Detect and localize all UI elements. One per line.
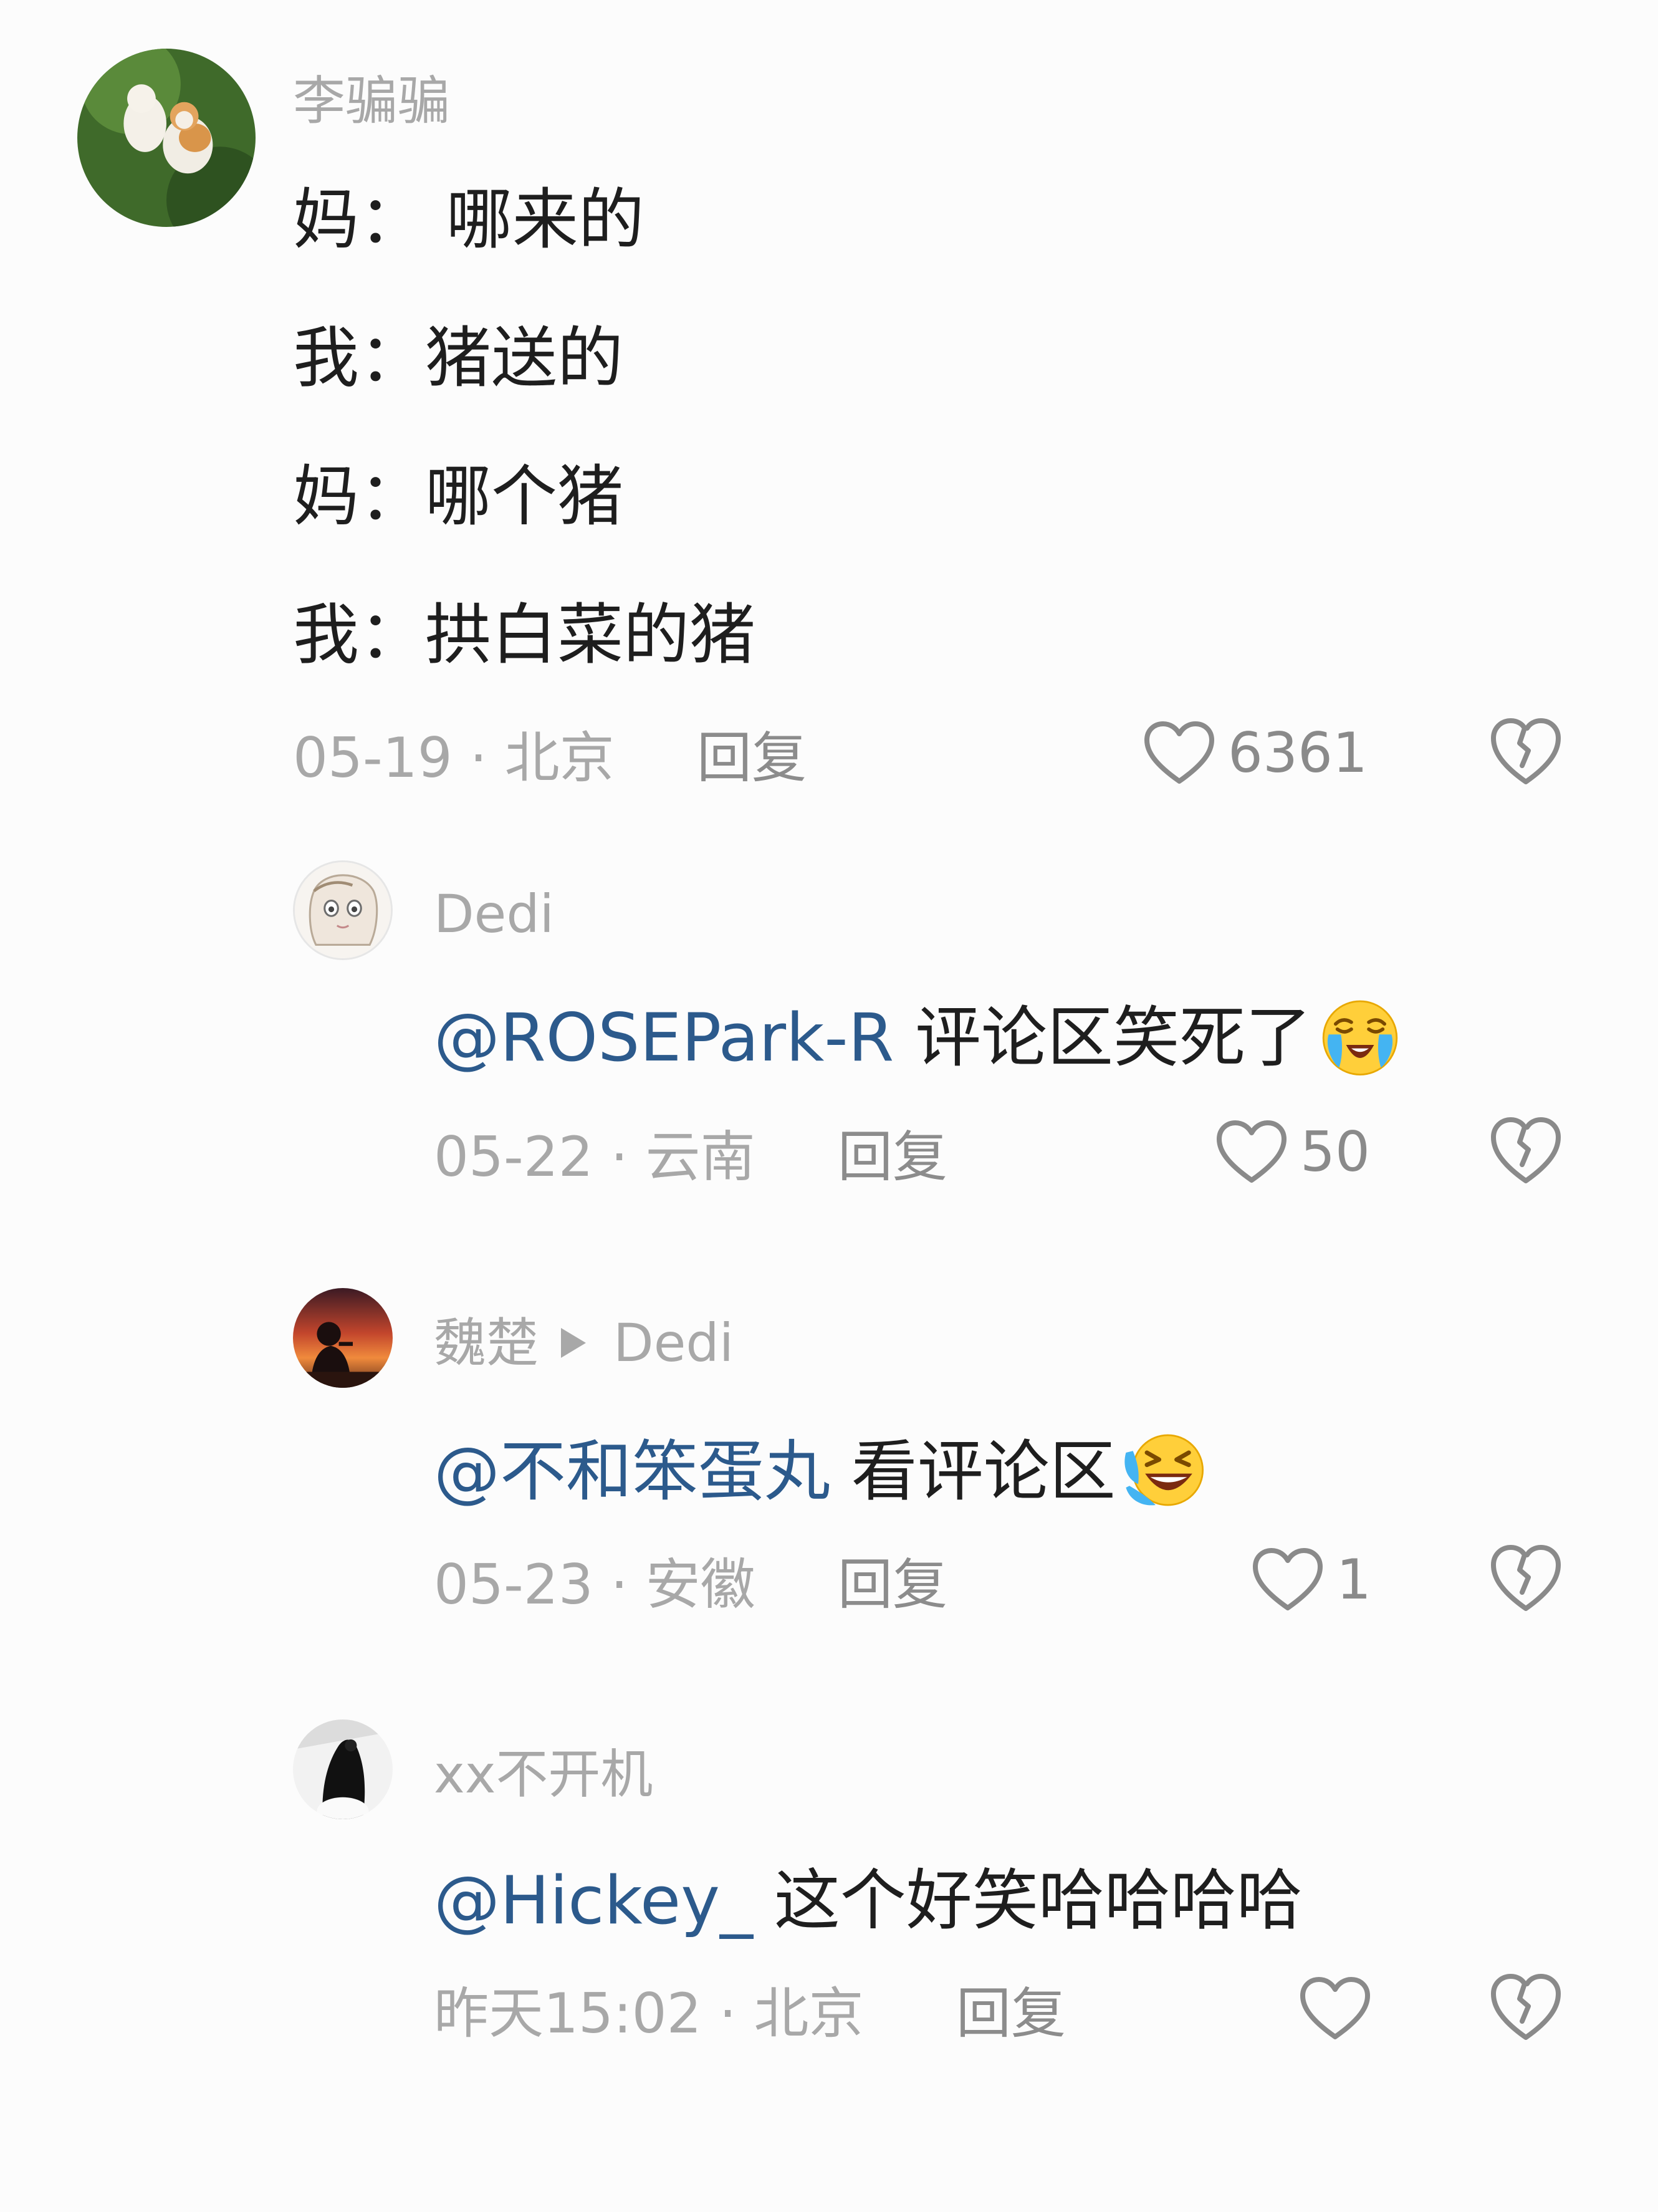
- dislike-button[interactable]: [1488, 716, 1563, 788]
- like-count: 6361: [1228, 721, 1368, 785]
- comment-text-content: 评论区笑死了: [894, 999, 1312, 1076]
- reply-to-username[interactable]: Dedi: [613, 1312, 734, 1373]
- broken-heart-icon: [1491, 1974, 1561, 2040]
- reply-button[interactable]: 回复: [956, 1983, 1066, 2045]
- heart-outline-icon: [1142, 719, 1217, 787]
- username[interactable]: xx不开机: [434, 1743, 653, 1806]
- broken-heart-icon: [1491, 1117, 1561, 1183]
- mention-link[interactable]: @不和笨蛋丸: [434, 1433, 830, 1510]
- reply-button[interactable]: 回复: [697, 727, 807, 789]
- like-button[interactable]: 1: [1250, 1542, 1371, 1617]
- comment-meta: 05-22 · 云南: [434, 1125, 755, 1189]
- broken-heart-icon: [1491, 718, 1561, 784]
- black-white-avatar-icon[interactable]: [293, 1719, 393, 1819]
- comment-text: @Hickey_ 这个好笑哈哈哈哈: [434, 1860, 1303, 1941]
- username-text: 魏楚: [434, 1312, 539, 1373]
- like-count: 1: [1336, 1547, 1371, 1612]
- comment-text-content: 这个好笑哈哈哈哈: [753, 1862, 1303, 1939]
- comment-text: @ROSEPark-R 评论区笑死了: [434, 998, 1404, 1086]
- username[interactable]: 李骗骗: [293, 70, 450, 132]
- like-count: 50: [1300, 1120, 1370, 1184]
- username[interactable]: Dedi: [434, 883, 554, 945]
- sunset-silhouette-avatar-icon[interactable]: [293, 1288, 393, 1388]
- comment-meta: 05-19 · 北京: [293, 726, 615, 790]
- like-button[interactable]: 6361: [1142, 716, 1368, 791]
- crying-face-emoji: [1316, 993, 1404, 1080]
- like-button[interactable]: [1298, 1971, 1384, 2046]
- broken-heart-icon: [1491, 1545, 1561, 1611]
- heart-outline-icon: [1250, 1546, 1325, 1614]
- comment-text-line: 妈：哪个猪: [293, 458, 623, 535]
- comment-meta: 昨天15:02 · 北京: [434, 1981, 864, 2046]
- anime-girl-avatar-icon[interactable]: [293, 860, 393, 960]
- dislike-button[interactable]: [1488, 1115, 1563, 1187]
- comment-text-line: 我：拱白菜的猪: [293, 597, 755, 673]
- reply-button[interactable]: 回复: [838, 1554, 947, 1616]
- heart-outline-icon: [1214, 1118, 1289, 1186]
- mention-link[interactable]: @ROSEPark-R: [434, 999, 894, 1076]
- comment-text-line: 我：猪送的: [293, 320, 623, 397]
- mention-link[interactable]: @Hickey_: [434, 1862, 753, 1939]
- comment-meta: 05-23 · 安徽: [434, 1552, 755, 1617]
- dislike-button[interactable]: [1488, 1542, 1563, 1615]
- laughing-tears-emoji: [1121, 1426, 1208, 1514]
- username[interactable]: 魏楚 Dedi: [434, 1312, 734, 1374]
- comment-text-line: 妈： 哪来的: [293, 181, 645, 258]
- comment-list: 李骗骗 妈： 哪来的 我：猪送的 妈：哪个猪 我：拱白菜的猪 05-19 · 北…: [0, 0, 1658, 2212]
- kittens-avatar-icon[interactable]: [77, 49, 256, 227]
- reply-arrow-icon: [561, 1328, 587, 1358]
- reply-button[interactable]: 回复: [838, 1126, 947, 1188]
- dislike-button[interactable]: [1488, 1971, 1563, 2044]
- heart-outline-icon: [1298, 1974, 1373, 2043]
- comment-text: @不和笨蛋丸 看评论区: [434, 1431, 1208, 1520]
- comment-text-content: 看评论区: [830, 1433, 1116, 1510]
- like-button[interactable]: 50: [1214, 1115, 1370, 1190]
